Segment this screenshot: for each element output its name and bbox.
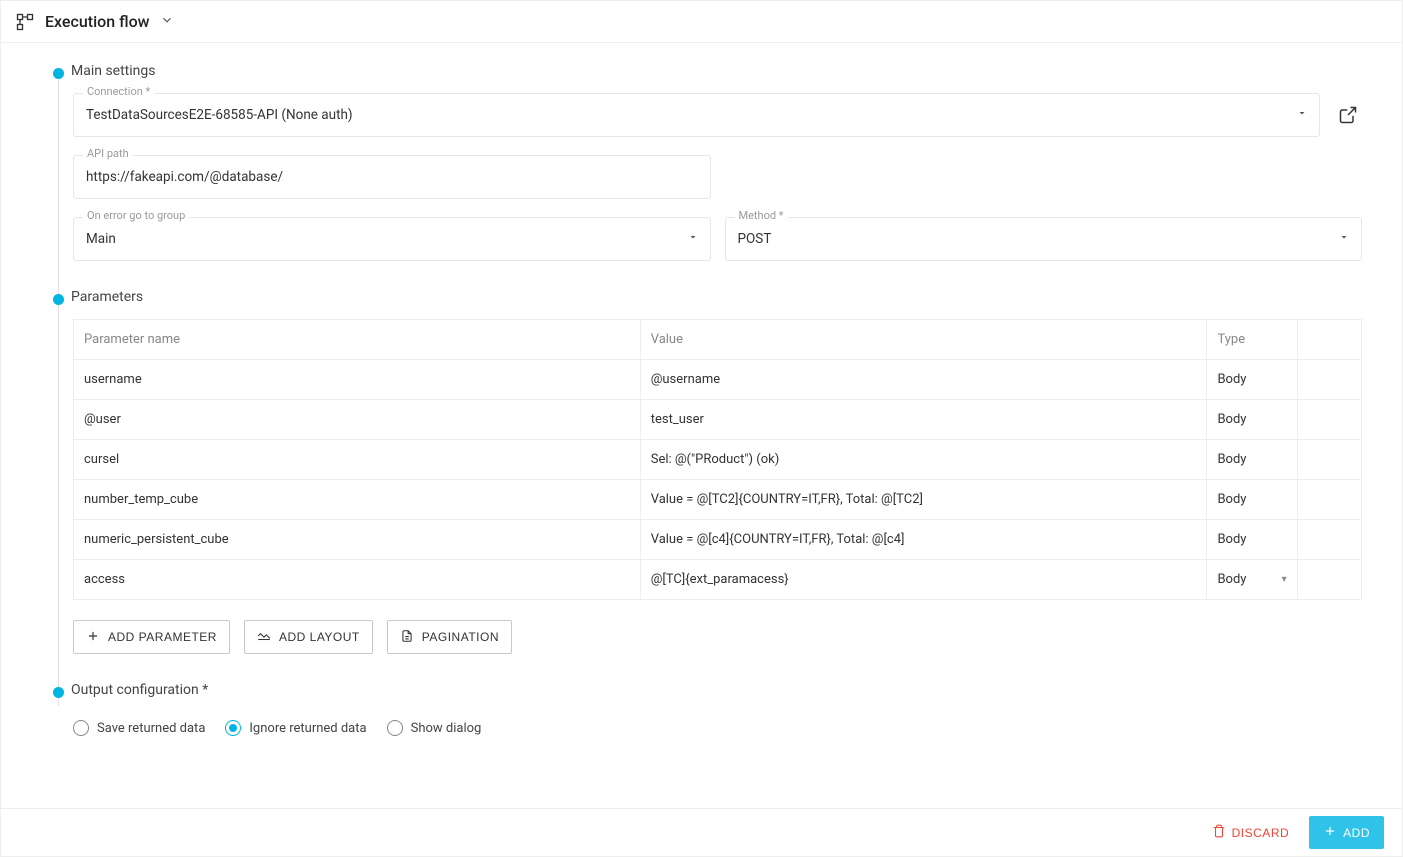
param-type: Body (1207, 360, 1297, 400)
method-label: Method * (735, 210, 788, 221)
method-value: POST (738, 231, 772, 247)
param-type: Body (1207, 400, 1297, 440)
parameters-table: Parameter name Value Type username@usern… (73, 319, 1362, 600)
timeline-dot (53, 687, 64, 698)
param-actions (1297, 440, 1361, 480)
page-header: Execution flow (1, 1, 1402, 43)
table-row[interactable]: @usertest_userBody (74, 400, 1362, 440)
param-name: access (74, 560, 641, 600)
param-type: Body (1207, 440, 1297, 480)
discard-label: DISCARD (1232, 826, 1290, 840)
add-parameter-label: ADD PARAMETER (108, 630, 217, 644)
chevron-down-icon[interactable] (160, 13, 174, 31)
radio-label: Show dialog (411, 721, 482, 736)
param-actions (1297, 520, 1361, 560)
table-row[interactable]: username@usernameBody (74, 360, 1362, 400)
param-name: number_temp_cube (74, 480, 641, 520)
radio-ignore[interactable]: Ignore returned data (225, 720, 366, 736)
col-header-value: Value (640, 320, 1207, 360)
param-type: Body (1207, 480, 1297, 520)
chevron-down-icon (687, 231, 699, 247)
param-value: Value = @[c4]{COUNTRY=IT,FR}, Total: @[c… (640, 520, 1207, 560)
pagination-button[interactable]: PAGINATION (387, 620, 512, 654)
param-actions (1297, 400, 1361, 440)
section-title-output: Output configuration * (71, 682, 1362, 698)
section-main-settings: Main settings Connection * TestDataSourc… (71, 63, 1362, 261)
radio-save[interactable]: Save returned data (73, 720, 205, 736)
api-path-label: API path (83, 148, 133, 159)
plus-icon (86, 629, 100, 646)
pagination-label: PAGINATION (422, 630, 499, 644)
trash-icon (1212, 824, 1226, 841)
connection-value: TestDataSourcesE2E-68585-API (None auth) (86, 107, 353, 123)
plus-icon (1323, 824, 1337, 841)
section-parameters: Parameters Parameter name Value Type use… (71, 289, 1362, 654)
table-row[interactable]: access@[TC]{ext_paramacess}Body▾ (74, 560, 1362, 600)
col-header-name: Parameter name (74, 320, 641, 360)
connection-select[interactable]: TestDataSourcesE2E-68585-API (None auth) (73, 93, 1320, 137)
param-name: cursel (74, 440, 641, 480)
on-error-value: Main (86, 231, 116, 247)
connection-label: Connection * (83, 86, 154, 97)
document-icon (400, 629, 414, 646)
param-name: username (74, 360, 641, 400)
on-error-label: On error go to group (83, 210, 189, 221)
open-external-icon[interactable] (1334, 101, 1362, 129)
chevron-down-icon (1296, 107, 1308, 123)
param-actions (1297, 560, 1361, 600)
col-header-type: Type (1207, 320, 1297, 360)
add-parameter-button[interactable]: ADD PARAMETER (73, 620, 230, 654)
timeline-dot (53, 68, 64, 79)
param-type: Body (1207, 520, 1297, 560)
radio-label: Ignore returned data (249, 721, 366, 736)
execution-flow-icon (15, 12, 35, 32)
param-value: @username (640, 360, 1207, 400)
discard-button[interactable]: DISCARD (1206, 823, 1296, 842)
add-label: ADD (1343, 826, 1370, 840)
table-row[interactable]: number_temp_cubeValue = @[TC2]{COUNTRY=I… (74, 480, 1362, 520)
add-button[interactable]: ADD (1309, 816, 1384, 849)
on-error-select[interactable]: Main (73, 217, 711, 261)
timeline-dot (53, 294, 64, 305)
param-actions (1297, 360, 1361, 400)
param-value: test_user (640, 400, 1207, 440)
table-row[interactable]: numeric_persistent_cubeValue = @[c4]{COU… (74, 520, 1362, 560)
table-row[interactable]: curselSel: @("PRoduct") (ok)Body (74, 440, 1362, 480)
param-value: @[TC]{ext_paramacess} (640, 560, 1207, 600)
radio-label: Save returned data (97, 721, 205, 736)
section-output: Output configuration * Save returned dat… (71, 682, 1362, 736)
param-value: Value = @[TC2]{COUNTRY=IT,FR}, Total: @[… (640, 480, 1207, 520)
radio-dialog[interactable]: Show dialog (387, 720, 482, 736)
api-path-input[interactable]: https://fakeapi.com/@database/ (73, 155, 711, 199)
add-layout-button[interactable]: ADD LAYOUT (244, 620, 373, 654)
add-layout-label: ADD LAYOUT (279, 630, 360, 644)
radio-icon (225, 720, 241, 736)
param-name: @user (74, 400, 641, 440)
chevron-down-icon (1338, 231, 1350, 247)
section-title-main-settings: Main settings (71, 63, 1362, 79)
param-actions (1297, 480, 1361, 520)
col-header-actions (1297, 320, 1361, 360)
radio-icon (387, 720, 403, 736)
dialog-footer: DISCARD ADD (1, 808, 1402, 856)
section-title-parameters: Parameters (71, 289, 1362, 305)
method-select[interactable]: POST (725, 217, 1363, 261)
param-value: Sel: @("PRoduct") (ok) (640, 440, 1207, 480)
chevron-down-icon: ▾ (1282, 574, 1287, 585)
param-type[interactable]: Body▾ (1207, 560, 1297, 600)
layout-icon (257, 629, 271, 646)
api-path-value: https://fakeapi.com/@database/ (86, 169, 283, 185)
param-name: numeric_persistent_cube (74, 520, 641, 560)
page-title: Execution flow (45, 12, 150, 31)
radio-icon (73, 720, 89, 736)
